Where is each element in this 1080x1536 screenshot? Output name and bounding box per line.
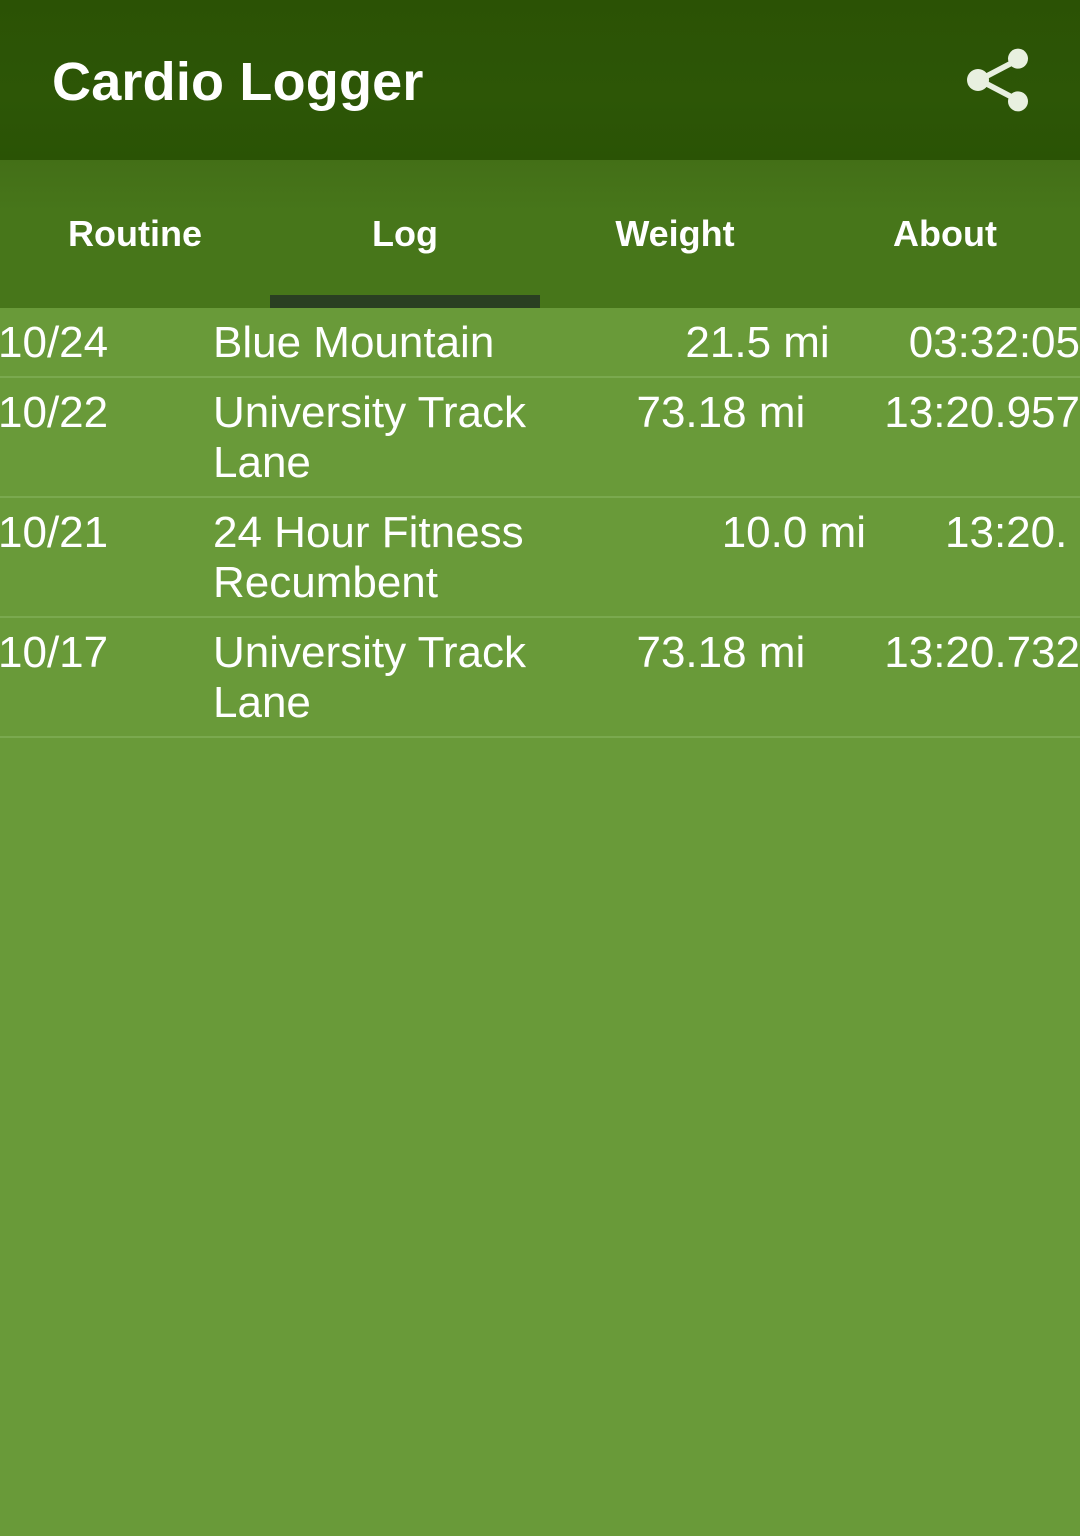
row-name: 24 Hour Fitness Recumbent [213, 508, 524, 607]
row-distance: 10.0 mi [721, 508, 866, 557]
row-date: 10/24 [0, 318, 109, 367]
row-distance: 73.18 mi [636, 388, 806, 437]
row-date: 10/22 [0, 388, 109, 437]
tab-about[interactable]: About [810, 160, 1080, 308]
row-time: 13:20.732 [884, 628, 1080, 677]
row-date: 10/17 [0, 628, 109, 677]
table-row[interactable]: 10/17 University Track Lane 73.18 mi 13:… [0, 618, 1080, 738]
row-time: 03:32:05 [908, 318, 1080, 367]
table-row[interactable]: 10/24 Blue Mountain 21.5 mi 03:32:05 [0, 308, 1080, 378]
tab-routine[interactable]: Routine [0, 160, 270, 308]
row-time: 13:20.957 [884, 388, 1080, 437]
action-bar: Cardio Logger [0, 0, 1080, 160]
row-date: 10/21 [0, 508, 109, 557]
row-name: Blue Mountain [213, 318, 495, 367]
row-distance: 73.18 mi [636, 628, 806, 677]
tab-weight-label: Weight [615, 213, 735, 254]
share-icon [958, 40, 1038, 120]
row-time: 13:20. [945, 508, 1068, 557]
tab-log-label: Log [372, 213, 438, 254]
tab-routine-label: Routine [68, 213, 202, 254]
table-row[interactable]: 10/22 University Track Lane 73.18 mi 13:… [0, 378, 1080, 498]
log-list[interactable]: 10/24 Blue Mountain 21.5 mi 03:32:05 10/… [0, 308, 1080, 1536]
row-name: University Track Lane [213, 628, 526, 727]
tab-weight[interactable]: Weight [540, 160, 810, 308]
share-button[interactable] [950, 32, 1046, 128]
row-distance: 21.5 mi [685, 318, 830, 367]
row-name: University Track Lane [213, 388, 526, 487]
page-title: Cardio Logger [52, 52, 424, 112]
app-root: Cardio Logger Routine Log Weight About 1… [0, 0, 1080, 1536]
tab-log[interactable]: Log [270, 160, 540, 308]
tab-about-label: About [893, 213, 997, 254]
table-row[interactable]: 10/21 24 Hour Fitness Recumbent 10.0 mi … [0, 498, 1080, 618]
tab-indicator-active [270, 295, 540, 308]
tab-bar: Routine Log Weight About [0, 160, 1080, 308]
